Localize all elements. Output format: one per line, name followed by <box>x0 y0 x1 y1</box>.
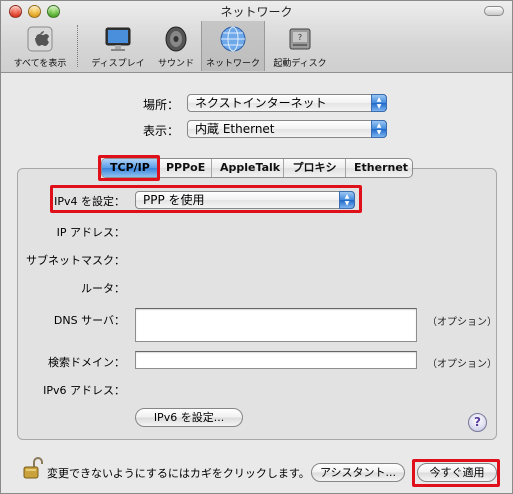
tab-tcpip[interactable]: TCP/IP <box>102 159 158 177</box>
speaker-icon <box>165 26 187 52</box>
show-label: 表示： <box>142 124 179 138</box>
toolbar-toggle-button[interactable] <box>484 6 504 16</box>
ip-address-label: IP アドレス： <box>56 226 125 239</box>
ipv6-address-label: IPv6 アドレス： <box>43 384 125 397</box>
ipv4-configure-label: IPv4 を設定： <box>54 195 125 208</box>
popup-arrows-icon: ▲ ▼ <box>339 191 355 209</box>
dns-server-label: DNS サーバ： <box>53 314 125 327</box>
globe-network-icon <box>220 26 246 52</box>
dns-server-field[interactable] <box>135 308 417 342</box>
help-button[interactable]: ? <box>468 413 487 432</box>
ipv4-configure-popup[interactable]: PPP を使用 ▲ ▼ <box>135 191 355 209</box>
tab-proxy[interactable]: プロキシ <box>284 159 346 177</box>
router-label: ルータ： <box>81 282 125 295</box>
toolbar-startup-disk[interactable]: ? 起動ディスク <box>267 21 333 71</box>
toolbar-show-all[interactable]: すべてを表示 <box>5 21 75 71</box>
tab-appletalk[interactable]: AppleTalk <box>212 159 284 177</box>
display-icon <box>105 27 131 51</box>
network-preferences-window: ネットワーク すべてを表示 ディスプレイ サウンド ネットワーク ? 起動ディス… <box>0 0 513 494</box>
configure-ipv6-button[interactable]: IPv6 を設定... <box>135 408 243 427</box>
title-toolbar-area: ネットワーク すべてを表示 ディスプレイ サウンド ネットワーク ? 起動ディス… <box>1 1 512 73</box>
location-value: ネクストインターネット <box>195 96 327 110</box>
tab-pppoe[interactable]: PPPoE <box>158 159 212 177</box>
popup-arrows-icon: ▲ ▼ <box>371 120 387 138</box>
settings-tabs: TCP/IP PPPoE AppleTalk プロキシ Ethernet <box>101 158 413 178</box>
window-title: ネットワーク <box>220 5 293 19</box>
toolbar-startup-disk-label: 起動ディスク <box>273 59 327 69</box>
show-popup[interactable]: 内蔵 Ethernet ▲ ▼ <box>187 120 387 138</box>
location-popup[interactable]: ネクストインターネット ▲ ▼ <box>187 94 387 112</box>
apple-logo-icon <box>27 26 53 52</box>
dns-option-label: （オプション） <box>427 317 497 328</box>
toolbar-network[interactable]: ネットワーク <box>201 21 265 71</box>
toolbar-display[interactable]: ディスプレイ <box>87 21 149 71</box>
toolbar-network-label: ネットワーク <box>205 59 260 69</box>
location-label: 場所： <box>142 98 179 112</box>
subnet-mask-label: サブネットマスク： <box>26 254 125 267</box>
toolbar-display-label: ディスプレイ <box>91 59 145 69</box>
assistant-button[interactable]: アシスタント... <box>311 463 405 482</box>
toolbar-separator <box>77 25 79 67</box>
toolbar-sound[interactable]: サウンド <box>151 21 201 71</box>
toolbar-sound-label: サウンド <box>157 59 194 69</box>
startup-disk-icon: ? <box>289 28 311 50</box>
popup-arrows-icon: ▲ ▼ <box>371 94 387 112</box>
tab-ethernet[interactable]: Ethernet <box>346 159 412 177</box>
search-domain-label: 検索ドメイン： <box>48 356 125 369</box>
lock-open-icon[interactable] <box>23 456 43 480</box>
svg-text:?: ? <box>298 33 302 42</box>
show-value: 内蔵 Ethernet <box>195 122 275 136</box>
ipv4-configure-value: PPP を使用 <box>143 193 205 207</box>
search-domain-field[interactable] <box>135 351 417 369</box>
toolbar-show-all-label: すべてを表示 <box>13 59 67 69</box>
lock-instruction-text: 変更できないようにするにはカギをクリックします。 <box>47 467 310 480</box>
apply-now-button[interactable]: 今すぐ適用 <box>417 463 497 482</box>
search-option-label: （オプション） <box>427 359 497 370</box>
